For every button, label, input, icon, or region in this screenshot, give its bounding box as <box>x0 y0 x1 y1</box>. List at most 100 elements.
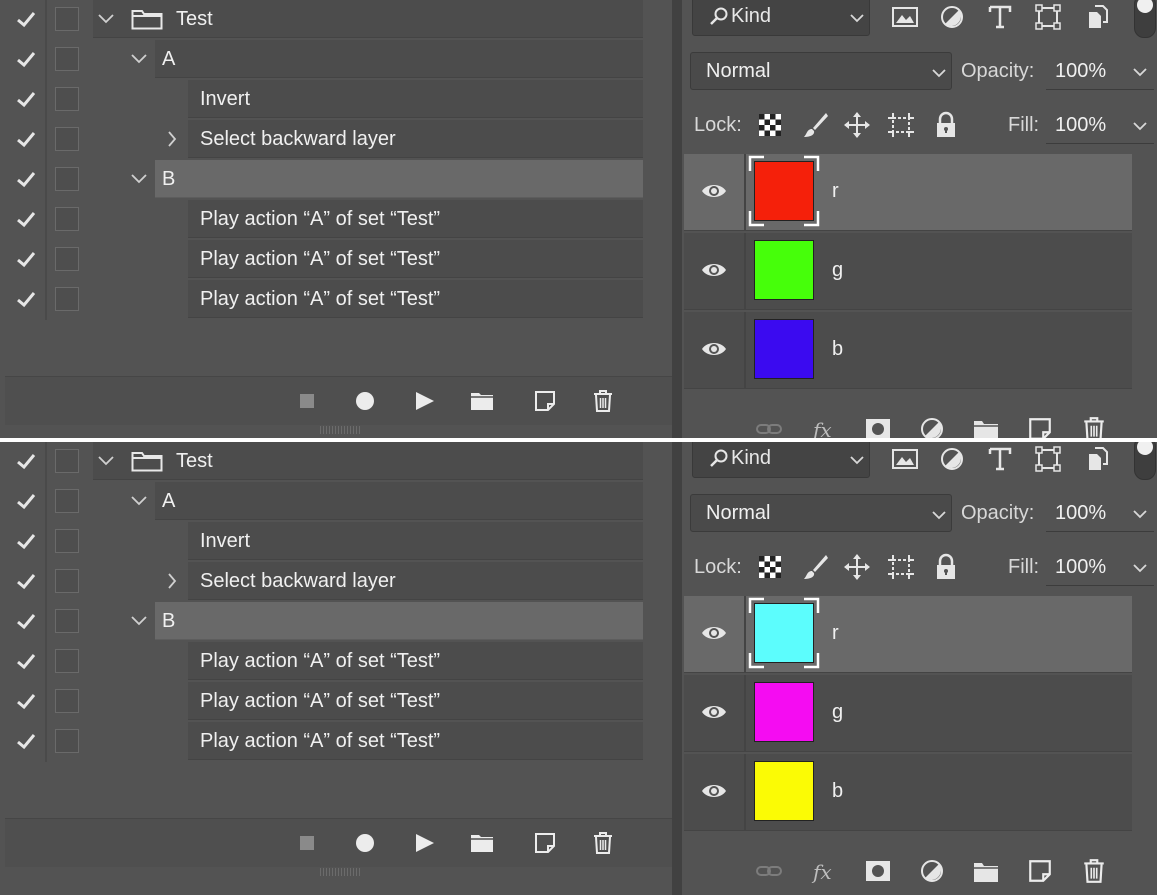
fill-chevron-icon[interactable] <box>1132 560 1148 576</box>
delete-action-button[interactable] <box>591 389 615 413</box>
toggle-item-check-icon[interactable] <box>5 200 47 238</box>
eye-icon[interactable] <box>700 259 728 281</box>
layer-row[interactable]: b <box>684 754 1132 831</box>
toggle-item-check-icon[interactable] <box>5 482 47 520</box>
eye-icon[interactable] <box>700 701 728 723</box>
toggle-dialog-box[interactable] <box>55 529 79 553</box>
action-row[interactable]: Select backward layer <box>5 562 643 600</box>
smart-object-filter-icon[interactable] <box>1083 445 1111 473</box>
layer-row[interactable]: r <box>684 596 1132 673</box>
delete-layer-icon[interactable] <box>1080 858 1108 884</box>
chevron-right-icon[interactable] <box>163 130 181 148</box>
layer-row[interactable]: g <box>684 233 1132 310</box>
action-row[interactable]: Invert <box>5 80 643 118</box>
toggle-item-check-icon[interactable] <box>5 80 47 118</box>
eye-icon[interactable] <box>700 780 728 802</box>
action-row[interactable]: Test <box>5 442 643 480</box>
toggle-item-check-icon[interactable] <box>5 442 47 480</box>
new-action-button[interactable] <box>533 831 557 855</box>
filter-kind-dropdown[interactable]: Kind <box>692 0 870 36</box>
add-mask-icon[interactable] <box>864 416 892 438</box>
lock-transparent-pixels-icon[interactable] <box>756 111 784 139</box>
lock-position-icon[interactable] <box>843 553 871 581</box>
lock-artboard-icon[interactable] <box>887 553 915 581</box>
toggle-dialog-box[interactable] <box>55 47 79 71</box>
action-row[interactable]: A <box>5 40 643 78</box>
new-adjustment-layer-icon[interactable] <box>918 858 946 884</box>
toggle-item-check-icon[interactable] <box>5 602 47 640</box>
toggle-item-check-icon[interactable] <box>5 0 47 38</box>
action-row[interactable]: Select backward layer <box>5 120 643 158</box>
action-row[interactable]: Invert <box>5 522 643 560</box>
eye-icon[interactable] <box>700 338 728 360</box>
adjustment-filter-icon[interactable] <box>938 3 966 31</box>
toggle-item-check-icon[interactable] <box>5 682 47 720</box>
resize-grip[interactable] <box>320 868 360 876</box>
record-button[interactable] <box>353 389 377 413</box>
lock-artboard-icon[interactable] <box>887 111 915 139</box>
toggle-dialog-box[interactable] <box>55 7 79 31</box>
add-mask-icon[interactable] <box>864 858 892 884</box>
link-layers-icon[interactable] <box>755 858 783 884</box>
toggle-dialog-box[interactable] <box>55 609 79 633</box>
action-row[interactable]: Test <box>5 0 643 38</box>
new-layer-icon[interactable] <box>1026 858 1054 884</box>
action-row[interactable]: Play action “A” of set “Test” <box>5 722 643 760</box>
toggle-item-check-icon[interactable] <box>5 160 47 198</box>
play-button[interactable] <box>413 389 437 413</box>
layer-row[interactable]: r <box>684 154 1132 231</box>
filter-toggle[interactable] <box>1134 0 1156 38</box>
image-filter-icon[interactable] <box>891 3 919 31</box>
action-row[interactable]: Play action “A” of set “Test” <box>5 200 643 238</box>
image-filter-icon[interactable] <box>891 445 919 473</box>
toggle-item-check-icon[interactable] <box>5 40 47 78</box>
toggle-dialog-box[interactable] <box>55 247 79 271</box>
chevron-down-icon[interactable] <box>130 50 148 68</box>
delete-layer-icon[interactable] <box>1080 416 1108 438</box>
action-row[interactable]: A <box>5 482 643 520</box>
toggle-dialog-box[interactable] <box>55 689 79 713</box>
adjustment-filter-icon[interactable] <box>938 445 966 473</box>
toggle-item-check-icon[interactable] <box>5 120 47 158</box>
action-row[interactable]: B <box>5 160 643 198</box>
shape-filter-icon[interactable] <box>1034 3 1062 31</box>
toggle-dialog-box[interactable] <box>55 207 79 231</box>
toggle-item-check-icon[interactable] <box>5 240 47 278</box>
stop-button[interactable] <box>295 389 319 413</box>
toggle-dialog-box[interactable] <box>55 649 79 673</box>
new-set-button[interactable] <box>470 831 494 855</box>
toggle-item-check-icon[interactable] <box>5 522 47 560</box>
lock-image-pixels-icon[interactable] <box>801 111 829 139</box>
action-row[interactable]: B <box>5 602 643 640</box>
new-group-icon[interactable] <box>972 416 1000 438</box>
chevron-right-icon[interactable] <box>163 572 181 590</box>
resize-grip[interactable] <box>320 426 360 434</box>
toggle-dialog-box[interactable] <box>55 569 79 593</box>
filter-toggle[interactable] <box>1134 442 1156 480</box>
new-layer-icon[interactable] <box>1026 416 1054 438</box>
type-filter-icon[interactable] <box>986 445 1014 473</box>
stop-button[interactable] <box>295 831 319 855</box>
smart-object-filter-icon[interactable] <box>1083 3 1111 31</box>
link-layers-icon[interactable] <box>755 416 783 438</box>
eye-icon[interactable] <box>700 622 728 644</box>
new-group-icon[interactable] <box>972 858 1000 884</box>
chevron-down-icon[interactable] <box>130 492 148 510</box>
toggle-dialog-box[interactable] <box>55 287 79 311</box>
lock-image-pixels-icon[interactable] <box>801 553 829 581</box>
opacity-value[interactable]: 100% <box>1055 60 1106 83</box>
toggle-item-check-icon[interactable] <box>5 280 47 318</box>
opacity-chevron-icon[interactable] <box>1132 506 1148 522</box>
action-row[interactable]: Play action “A” of set “Test” <box>5 682 643 720</box>
fx-icon[interactable]: fx <box>810 858 838 884</box>
blend-mode-dropdown[interactable]: Normal <box>690 52 952 90</box>
lock-transparent-pixels-icon[interactable] <box>756 553 784 581</box>
toggle-dialog-box[interactable] <box>55 489 79 513</box>
toggle-item-check-icon[interactable] <box>5 642 47 680</box>
action-row[interactable]: Play action “A” of set “Test” <box>5 280 643 318</box>
fx-icon[interactable]: fx <box>810 416 838 438</box>
filter-kind-dropdown[interactable]: Kind <box>692 442 870 478</box>
new-set-button[interactable] <box>470 389 494 413</box>
play-button[interactable] <box>413 831 437 855</box>
chevron-down-icon[interactable] <box>97 452 115 470</box>
